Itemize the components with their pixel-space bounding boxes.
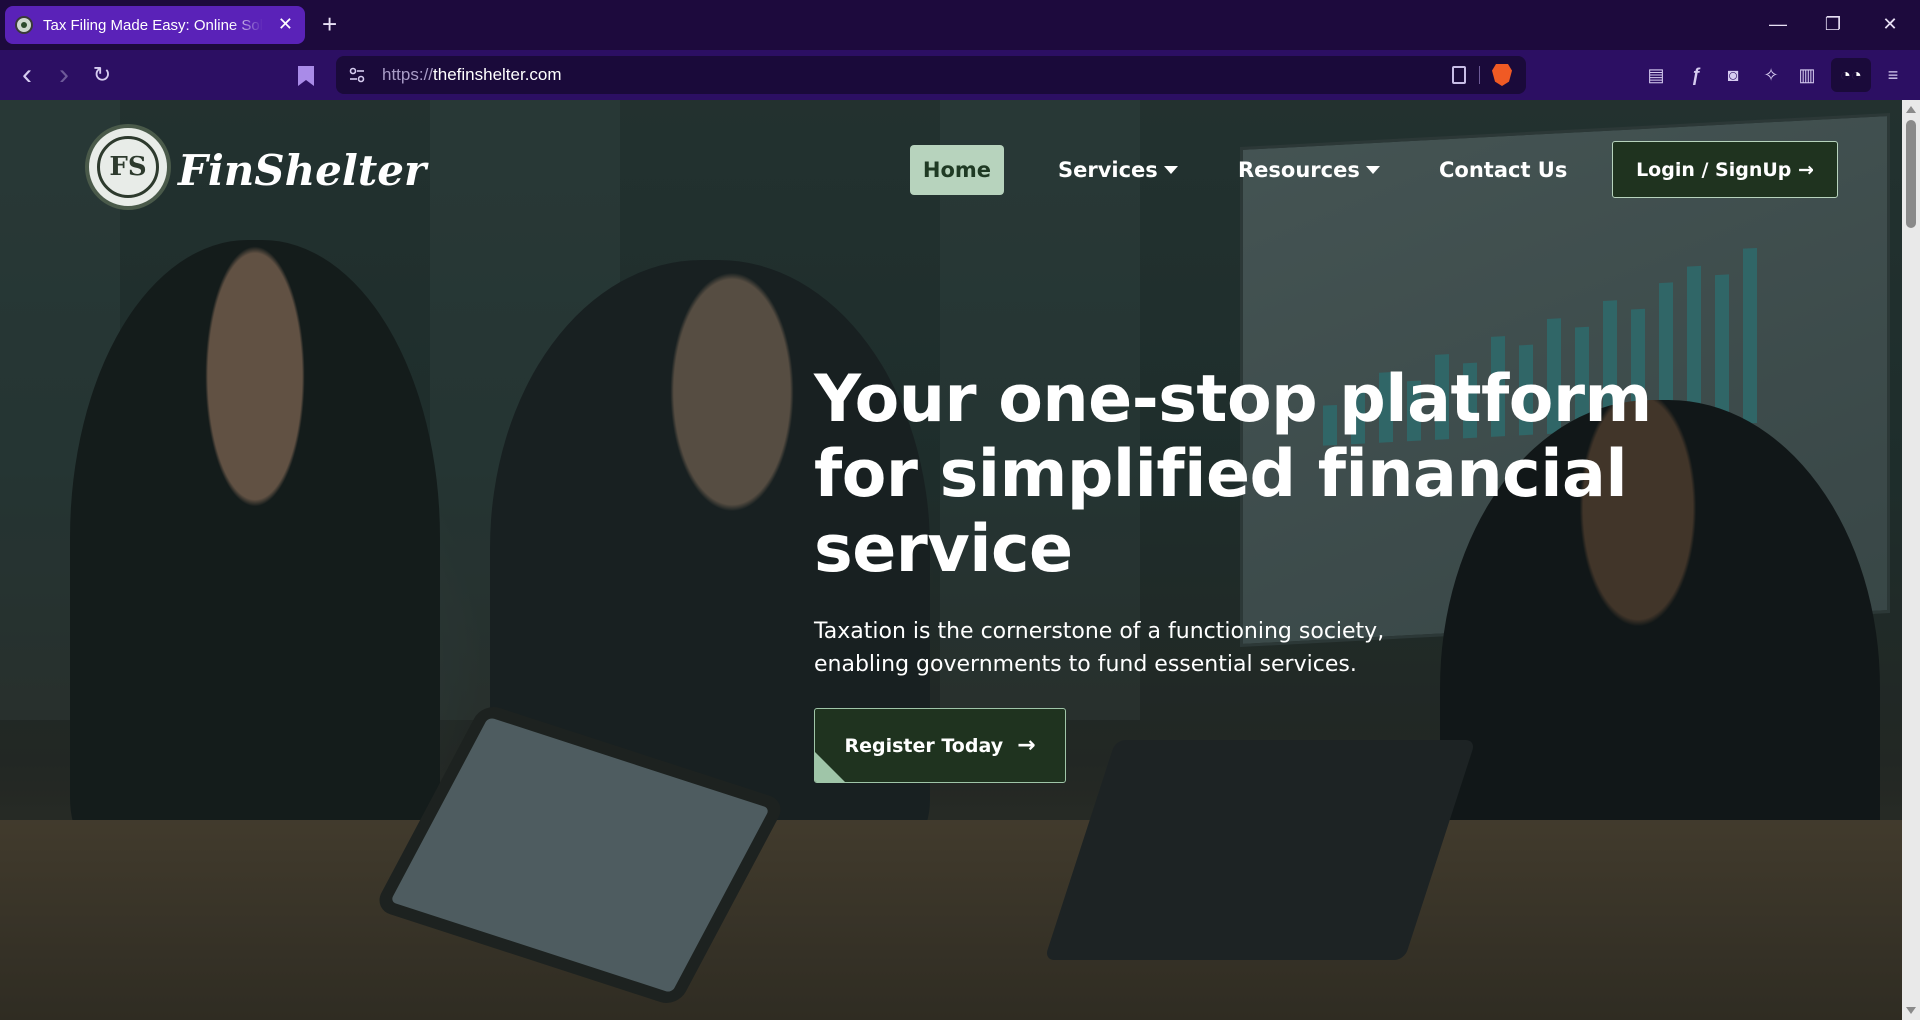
- browser-tab-active[interactable]: Tax Filing Made Easy: Online Solutions ✕: [5, 6, 305, 44]
- address-bar[interactable]: https://thefinshelter.com: [336, 56, 1526, 94]
- hero-subtitle-line: Taxation is the cornerstone of a functio…: [814, 619, 1385, 644]
- nav-resources-label: Resources: [1238, 158, 1360, 182]
- hero-subtitle-line: enabling governments to fund essential s…: [814, 652, 1357, 677]
- bookmark-icon[interactable]: [298, 66, 314, 86]
- site-settings-icon[interactable]: [348, 66, 366, 84]
- hero-title-line: for simplified financial: [814, 437, 1628, 512]
- close-window-button[interactable]: ✕: [1870, 10, 1910, 38]
- scrollbar-thumb[interactable]: [1906, 120, 1916, 228]
- button-corner-accent: [815, 752, 845, 782]
- url-text[interactable]: https://thefinshelter.com: [382, 65, 562, 85]
- scroll-up-arrow-icon[interactable]: [1906, 106, 1916, 113]
- site-favicon-icon: [15, 16, 33, 34]
- hero-subtitle: Taxation is the cornerstone of a functio…: [814, 615, 1434, 681]
- tab-title: Tax Filing Made Easy: Online Solutions: [43, 16, 263, 34]
- page-scrollbar[interactable]: [1902, 100, 1920, 1020]
- url-protocol: https://: [382, 65, 434, 84]
- tab-close-icon[interactable]: ✕: [278, 14, 293, 34]
- nav-contact-us[interactable]: Contact Us: [1439, 145, 1567, 195]
- nav-services-label: Services: [1058, 158, 1158, 182]
- nav-resources[interactable]: Resources: [1238, 145, 1380, 195]
- nav-home[interactable]: Home: [910, 145, 1004, 195]
- extension-glasses-icon[interactable]: ◔◔: [1831, 58, 1871, 92]
- browser-titlebar: Tax Filing Made Easy: Online Solutions ✕…: [0, 0, 1920, 50]
- extension-clipboard-icon[interactable]: ▤: [1643, 62, 1669, 88]
- brand-name[interactable]: FinShelter: [178, 146, 426, 195]
- hero-title-line: service: [814, 512, 1073, 587]
- extension-formula-icon[interactable]: ƒ: [1683, 62, 1709, 88]
- browser-toolbar: ‹ › ↻ https://thefinshelter.com ▤ ƒ ◙ ✧ …: [0, 50, 1920, 100]
- caret-down-icon: [1163, 166, 1178, 174]
- caret-down-icon: [1365, 166, 1380, 174]
- finshelter-logo[interactable]: FS: [85, 124, 171, 210]
- forward-button[interactable]: ›: [51, 60, 77, 90]
- page-viewport: FS FinShelter Home Services Resources Co…: [0, 100, 1902, 1020]
- login-signup-button[interactable]: Login / SignUp →: [1612, 141, 1838, 198]
- scroll-down-arrow-icon[interactable]: [1906, 1007, 1916, 1014]
- back-button[interactable]: ‹: [14, 60, 40, 90]
- sidebar-toggle-icon[interactable]: ▥: [1794, 62, 1820, 88]
- extension-camera-icon[interactable]: ◙: [1720, 62, 1746, 88]
- register-button-label: Register Today: [844, 734, 1004, 757]
- hero-title: Your one-stop platform for simplified fi…: [814, 362, 1714, 587]
- reader-mode-icon[interactable]: [1452, 66, 1466, 84]
- url-divider: [1479, 66, 1480, 84]
- nav-services[interactable]: Services: [1058, 145, 1178, 195]
- register-today-button[interactable]: Register Today →: [814, 708, 1066, 783]
- hero-title-line: Your one-stop platform: [814, 362, 1652, 437]
- logo-monogram: FS: [109, 152, 147, 182]
- reload-button[interactable]: ↻: [89, 62, 115, 88]
- minimize-window-button[interactable]: —: [1758, 10, 1798, 38]
- extensions-puzzle-icon[interactable]: ✧: [1758, 62, 1784, 88]
- new-tab-button[interactable]: +: [322, 10, 337, 38]
- arrow-right-icon: →: [1017, 733, 1036, 758]
- url-host: thefinshelter.com: [433, 65, 562, 84]
- menu-icon[interactable]: ≡: [1880, 62, 1906, 88]
- restore-window-button[interactable]: ❐: [1813, 10, 1853, 38]
- brave-shields-icon[interactable]: [1492, 64, 1512, 86]
